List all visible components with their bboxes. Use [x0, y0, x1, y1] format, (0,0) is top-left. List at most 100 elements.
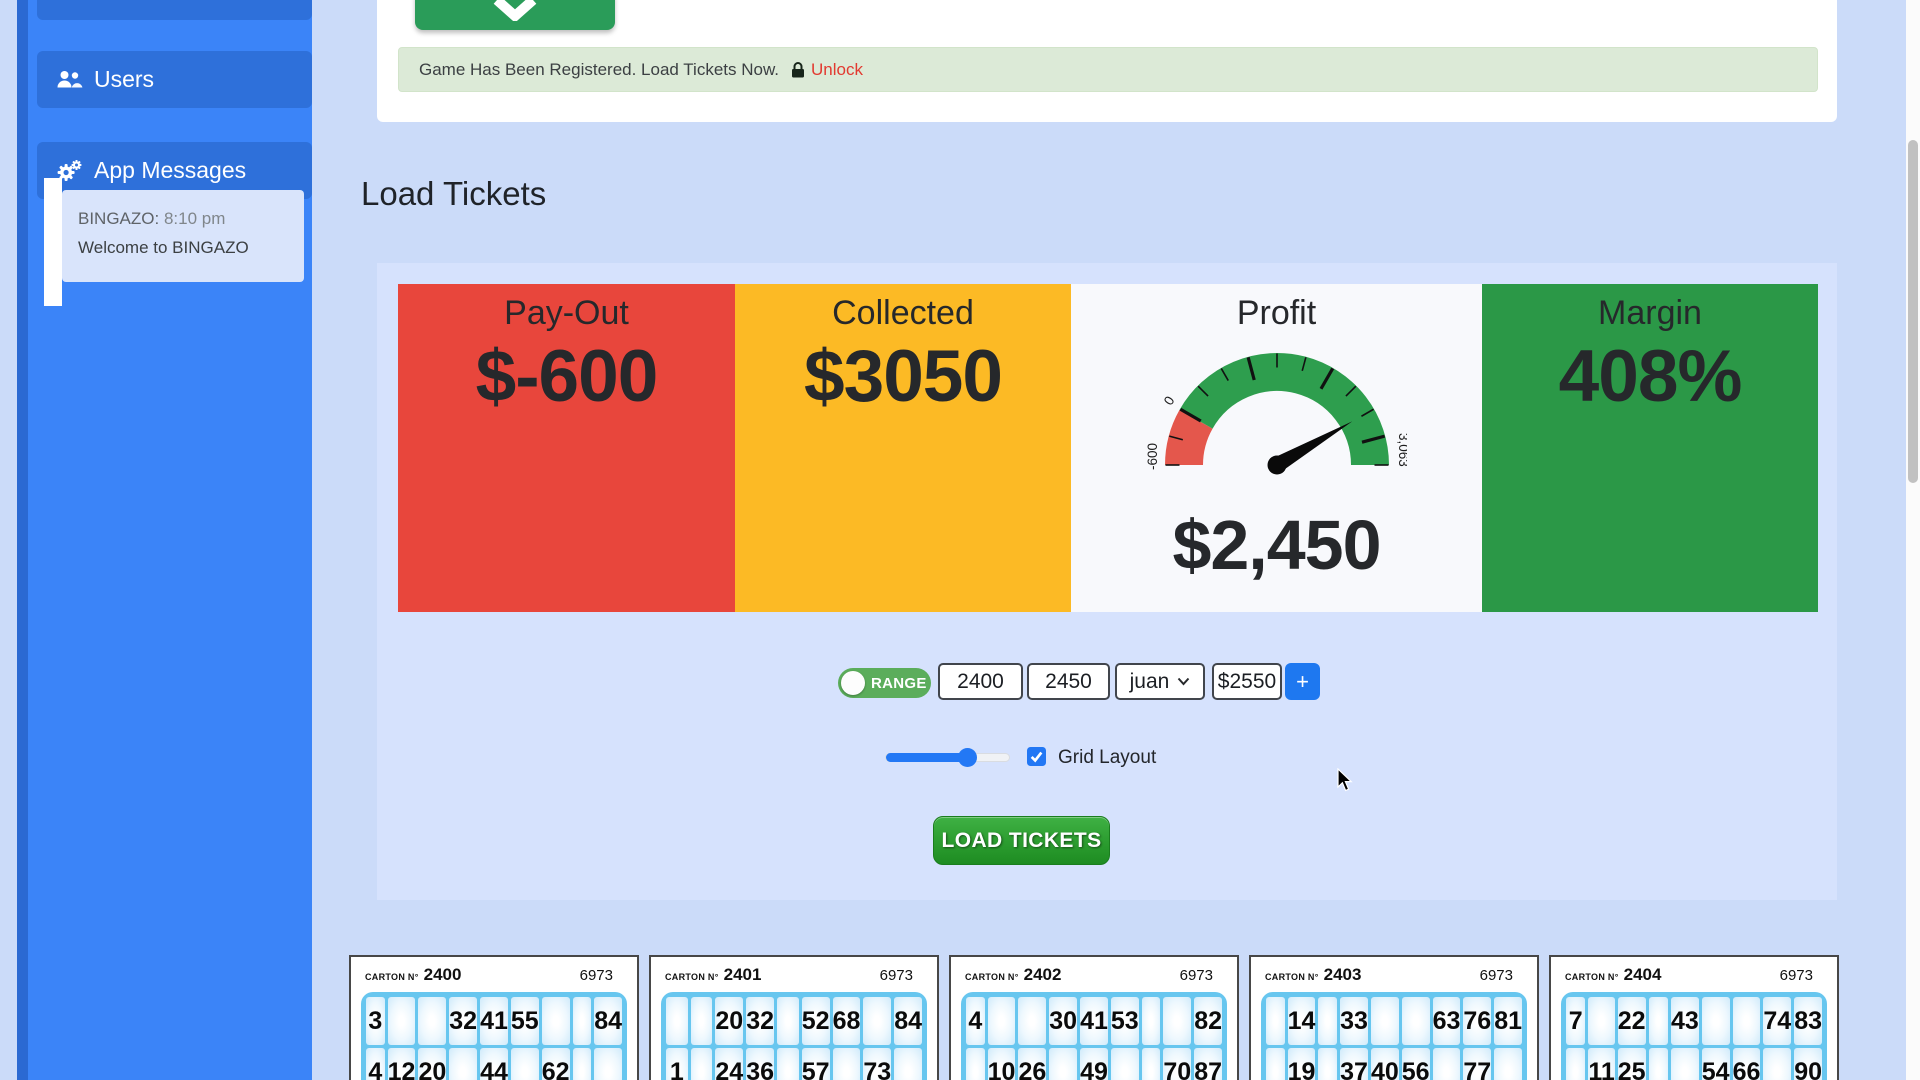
ticket-to-input[interactable] [1027, 663, 1110, 700]
margin-panel: Margin 408% [1482, 284, 1818, 612]
app-screen: Users [0, 0, 1920, 1080]
add-range-button[interactable]: + [1285, 663, 1320, 700]
ticket-cell: 84 [894, 997, 922, 1045]
ticket-cell: 11 [1588, 1048, 1614, 1080]
bingo-card[interactable]: CARTON N°240169732032526884124365773 [649, 955, 939, 1080]
alert-text: Game Has Been Registered. Load Tickets N… [419, 60, 779, 80]
ticket-cell: 84 [594, 997, 622, 1045]
message-meta: BINGAZO: 8:10 pm [78, 204, 304, 233]
grid-layout-checkbox[interactable] [1027, 747, 1046, 766]
carton-label: CARTON N° [965, 972, 1019, 982]
size-slider[interactable] [885, 753, 1010, 762]
confirm-button[interactable] [415, 0, 615, 30]
ticket-cell: 43 [1671, 997, 1699, 1045]
message-sender: BINGAZO: [78, 209, 159, 228]
ticket-cell [691, 1048, 713, 1080]
unlock-link[interactable]: Unlock [811, 60, 863, 80]
ticket-cell: 14 [1288, 997, 1316, 1045]
ticket-cell [1266, 1048, 1285, 1080]
ticket-cell [966, 1048, 985, 1080]
sidebar-item-partial[interactable] [37, 0, 312, 20]
gauge-max-label: 3,063 [1396, 433, 1407, 467]
ticket-cell [833, 1048, 861, 1080]
ticket-cell: 44 [480, 1048, 508, 1080]
sidebar-item-users[interactable]: Users [37, 51, 312, 108]
ticket-cell: 7 [1566, 997, 1585, 1045]
ticket-cell [1111, 1048, 1139, 1080]
carton-serial: 6973 [1180, 967, 1213, 984]
collected-panel: Collected $3050 [735, 284, 1071, 612]
ticket-from-input[interactable] [938, 663, 1023, 700]
ticket-cell: 4 [966, 997, 985, 1045]
stat-label: Margin [1598, 294, 1702, 333]
carton-serial: 6973 [1480, 967, 1513, 984]
ticket-cell [1433, 1048, 1461, 1080]
page-scrollbar-track[interactable] [1906, 0, 1920, 1080]
ticket-cell: 66 [1733, 1048, 1761, 1080]
ticket-cell [573, 1048, 592, 1080]
ticket-cell: 33 [1340, 997, 1368, 1045]
ticket-cell: 63 [1433, 997, 1461, 1045]
ticket-cell [511, 1048, 539, 1080]
seller-select[interactable]: juan [1115, 663, 1205, 700]
ticket-cell: 73 [863, 1048, 891, 1080]
ticket-cell [1018, 997, 1046, 1045]
load-tickets-button[interactable]: LOAD TICKETS [933, 816, 1110, 865]
price-input[interactable] [1212, 663, 1282, 700]
ticket-cell: 52 [802, 997, 830, 1045]
sidebar: Users [17, 0, 312, 1080]
carton-number: 2401 [724, 965, 762, 985]
ticket-cell: 55 [511, 997, 539, 1045]
ticket-cell [988, 997, 1016, 1045]
carton-number: 2402 [1024, 965, 1062, 985]
slider-thumb[interactable] [958, 748, 977, 767]
ticket-cell: 81 [1494, 997, 1522, 1045]
ticket-cell: 25 [1618, 1048, 1646, 1080]
ticket-cell: 57 [802, 1048, 830, 1080]
ticket-cell [449, 1048, 477, 1080]
ticket-cell [1402, 997, 1430, 1045]
ticket-cell: 68 [833, 997, 861, 1045]
ticket-cell [1494, 1048, 1522, 1080]
ticket-grid: 14336376811937405677 [1261, 992, 1527, 1080]
sidebar-scrollbar[interactable] [17, 0, 28, 1080]
gauge-segment-green [1196, 372, 1370, 465]
ticket-cell: 10 [988, 1048, 1016, 1080]
bingo-card[interactable]: CARTON N°240269734304153821026497087 [949, 955, 1239, 1080]
load-tickets-panel: Pay-Out $-600 Collected $3050 Profit -60… [377, 263, 1837, 900]
ticket-cell: 1 [666, 1048, 688, 1080]
app-message-card: BINGAZO: 8:10 pm Welcome to BINGAZO [62, 190, 304, 282]
ticket-cell [863, 997, 891, 1045]
ticket-cell [1318, 997, 1337, 1045]
ticket-cell [542, 997, 570, 1045]
ticket-cell: 3 [366, 997, 385, 1045]
ticket-cell: 22 [1618, 997, 1646, 1045]
sidebar-item-label: Users [94, 66, 154, 93]
ticket-cell: 41 [480, 997, 508, 1045]
range-toggle[interactable]: RANGE [838, 668, 931, 698]
ticket-cell [388, 997, 416, 1045]
bingo-card[interactable]: CARTON N°24006973332415584412204462 [349, 955, 639, 1080]
ticket-cell: 83 [1794, 997, 1822, 1045]
ticket-cell: 37 [1340, 1048, 1368, 1080]
toggle-knob[interactable] [841, 671, 865, 695]
ticket-cell [666, 997, 688, 1045]
ticket-cell: 70 [1163, 1048, 1191, 1080]
toggle-label: RANGE [871, 675, 927, 692]
payout-panel: Pay-Out $-600 [398, 284, 735, 612]
bingo-card[interactable]: CARTON N°2403697314336376811937405677 [1249, 955, 1539, 1080]
carton-number: 2404 [1624, 965, 1662, 985]
users-icon [55, 68, 83, 92]
bingo-card[interactable]: CARTON N°240469737224374831125546690 [1549, 955, 1839, 1080]
ticket-cell [594, 1048, 622, 1080]
card-header: CARTON N°24006973 [351, 965, 637, 987]
carton-label: CARTON N° [365, 972, 419, 982]
page-scrollbar-thumb[interactable] [1908, 140, 1918, 483]
gauge-zero-label: 0 [1160, 393, 1177, 407]
ticket-grid: 7224374831125546690 [1561, 992, 1827, 1080]
seller-selected-option: juan [1130, 670, 1170, 694]
card-header: CARTON N°24036973 [1251, 965, 1537, 987]
tickets-row: CARTON N°24006973332415584412204462CARTO… [349, 955, 1839, 1080]
ticket-cell: 90 [1794, 1048, 1822, 1080]
ticket-cell: 36 [746, 1048, 774, 1080]
